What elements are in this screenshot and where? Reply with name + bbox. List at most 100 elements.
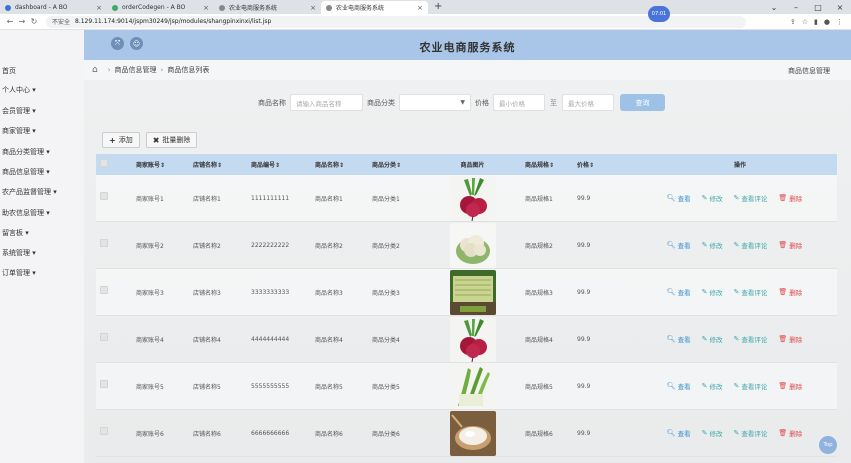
row-checkbox[interactable]: [100, 333, 112, 345]
close-tab-icon[interactable]: ×: [96, 4, 102, 12]
product-thumbnail[interactable]: [449, 363, 496, 409]
back-icon[interactable]: ←: [4, 17, 16, 26]
cell-code: 5555555555: [251, 382, 290, 390]
product-thumbnail[interactable]: [449, 175, 496, 221]
view-button[interactable]: 🔍︎ 查看: [667, 428, 691, 438]
delete-button[interactable]: 🗑︎ 删除: [778, 287, 802, 297]
cell-actions: 🔍︎ 查看 ✎ 修改 ✎ 查看评论 🗑︎ 删除: [643, 381, 837, 391]
table-row: 商家账号6 店铺名称6 6666666666 商品名称6 商品分类6 商品规格6…: [96, 410, 837, 457]
menu-icon[interactable]: ⋮: [836, 18, 843, 26]
sidebar-item-products[interactable]: 商品信息管理 ▾: [2, 167, 50, 177]
col-spec[interactable]: 商品规格⇕: [511, 160, 567, 169]
min-price-input[interactable]: 最小价格: [493, 94, 545, 111]
row-checkbox[interactable]: [100, 380, 112, 392]
sidebar-item-members[interactable]: 会员管理 ▾: [2, 106, 36, 116]
edit-label: 修改: [709, 430, 723, 438]
row-checkbox[interactable]: [100, 192, 112, 204]
query-button[interactable]: 查询: [620, 94, 665, 111]
max-price-input[interactable]: 最大价格: [562, 94, 614, 111]
edit-button[interactable]: ✎ 修改: [702, 193, 723, 203]
view-comments-button[interactable]: ✎ 查看评论: [734, 428, 768, 438]
edit-label: 修改: [709, 289, 723, 297]
browser-tab-2[interactable]: orderCodegen - A BO ×: [107, 1, 214, 14]
view-button[interactable]: 🔍︎ 查看: [667, 240, 691, 250]
view-button[interactable]: 🔍︎ 查看: [667, 381, 691, 391]
delete-button[interactable]: 🗑︎ 删除: [778, 334, 802, 344]
delete-button[interactable]: 🗑︎ 删除: [778, 428, 802, 438]
sidebar-item-farm-aid[interactable]: 助农信息管理 ▾: [2, 208, 50, 218]
product-thumbnail[interactable]: [449, 410, 496, 456]
edit-button[interactable]: ✎ 修改: [702, 240, 723, 250]
col-price[interactable]: 价格⇕: [567, 160, 643, 169]
product-thumbnail[interactable]: [449, 316, 496, 362]
row-checkbox[interactable]: [100, 286, 112, 298]
product-name-input[interactable]: 请输入商品名称: [290, 94, 363, 111]
sidebar-item-personal[interactable]: 个人中心 ▾: [2, 85, 36, 95]
sidebar-item-system[interactable]: 系统管理 ▾: [2, 248, 36, 258]
sidebar-item-orders[interactable]: 订单管理 ▾: [2, 268, 36, 278]
view-button[interactable]: 🔍︎ 查看: [667, 287, 691, 297]
view-comments-button[interactable]: ✎ 查看评论: [734, 240, 768, 250]
reload-icon[interactable]: ↻: [28, 17, 40, 26]
row-checkbox[interactable]: [100, 239, 112, 251]
sidebar-toggle-icon[interactable]: ▮: [814, 18, 818, 26]
sidebar-item-categories[interactable]: 商品分类管理 ▾: [2, 147, 50, 157]
sidebar-item-merchants[interactable]: 商家管理 ▾: [2, 126, 36, 136]
sidebar-item-messages[interactable]: 留言板 ▾: [2, 228, 29, 238]
back-to-top-button[interactable]: Top: [819, 436, 837, 454]
new-tab-button[interactable]: +: [428, 1, 448, 14]
edit-button[interactable]: ✎ 修改: [702, 428, 723, 438]
batch-delete-button[interactable]: ✖ 批量删除: [145, 132, 198, 148]
col-code[interactable]: 商品编号⇕: [251, 160, 315, 169]
col-shop[interactable]: 店铺名称⇕: [193, 160, 251, 169]
view-comments-button[interactable]: ✎ 查看评论: [734, 381, 768, 391]
url-field[interactable]: 不安全 8.129.11.174:9014/jspm30249/jsp/modu…: [46, 15, 746, 28]
delete-button[interactable]: 🗑︎ 删除: [778, 240, 802, 250]
view-label: 查看: [677, 242, 691, 250]
browser-tab-3[interactable]: 农业电商服务系统 ×: [214, 1, 321, 14]
maximize-icon[interactable]: □: [807, 3, 829, 12]
col-category[interactable]: 商品分类⇕: [372, 160, 434, 169]
product-thumbnail[interactable]: [449, 269, 496, 315]
breadcrumb-level1[interactable]: 商品信息管理: [115, 65, 157, 75]
edit-button[interactable]: ✎ 修改: [702, 381, 723, 391]
close-tab-icon[interactable]: ×: [203, 4, 209, 12]
dropdown-icon[interactable]: ⌄: [763, 3, 785, 12]
close-tab-icon[interactable]: ×: [310, 4, 316, 12]
home-icon[interactable]: ⌂: [92, 65, 98, 75]
page-title: 农业电商服务系统: [419, 41, 516, 54]
browser-tab-1[interactable]: dashboard - A BO ×: [0, 1, 107, 14]
view-comments-button[interactable]: ✎ 查看评论: [734, 287, 768, 297]
add-button[interactable]: + 添加: [102, 132, 140, 148]
close-window-icon[interactable]: ×: [829, 3, 851, 12]
share-icon[interactable]: ⇪: [790, 18, 796, 26]
cell-name: 商品名称3: [315, 289, 343, 297]
edit-button[interactable]: ✎ 修改: [702, 334, 723, 344]
col-account[interactable]: 商家账号⇕: [136, 160, 193, 169]
col-name[interactable]: 商品名称⇕: [315, 160, 372, 169]
select-all-checkbox[interactable]: [100, 158, 112, 171]
product-thumbnail[interactable]: [449, 222, 496, 268]
delete-button[interactable]: 🗑︎ 删除: [778, 381, 802, 391]
view-comments-button[interactable]: ✎ 查看评论: [734, 334, 768, 344]
close-tab-icon[interactable]: ×: [417, 4, 423, 12]
edit-button[interactable]: ✎ 修改: [702, 287, 723, 297]
pencil-icon: ✎: [701, 429, 708, 437]
delete-button[interactable]: 🗑︎ 删除: [778, 193, 802, 203]
search-form: 商品名称 请输入商品名称 商品分类 ▼ 价格 最小价格 至 最大价格 查询: [258, 94, 665, 111]
view-button[interactable]: 🔍︎ 查看: [667, 334, 691, 344]
row-checkbox[interactable]: [100, 427, 112, 439]
sidebar-item-supervision[interactable]: 农产品监督管理 ▾: [2, 187, 57, 197]
forward-icon[interactable]: →: [16, 17, 28, 26]
view-comments-button[interactable]: ✎ 查看评论: [734, 193, 768, 203]
bookmark-star-icon[interactable]: ☆: [802, 18, 808, 26]
browser-tab-4[interactable]: 农业电商服务系统 ×: [321, 1, 428, 14]
delete-label: 删除: [789, 242, 803, 250]
sidebar-item-home[interactable]: 首页: [2, 66, 16, 76]
profile-icon[interactable]: ●: [824, 18, 830, 26]
comment-label: 查看评论: [741, 430, 768, 438]
cell-actions: 🔍︎ 查看 ✎ 修改 ✎ 查看评论 🗑︎ 删除: [643, 240, 837, 250]
minimize-icon[interactable]: –: [785, 3, 807, 12]
view-button[interactable]: 🔍︎ 查看: [667, 193, 691, 203]
category-select[interactable]: ▼: [399, 94, 471, 111]
